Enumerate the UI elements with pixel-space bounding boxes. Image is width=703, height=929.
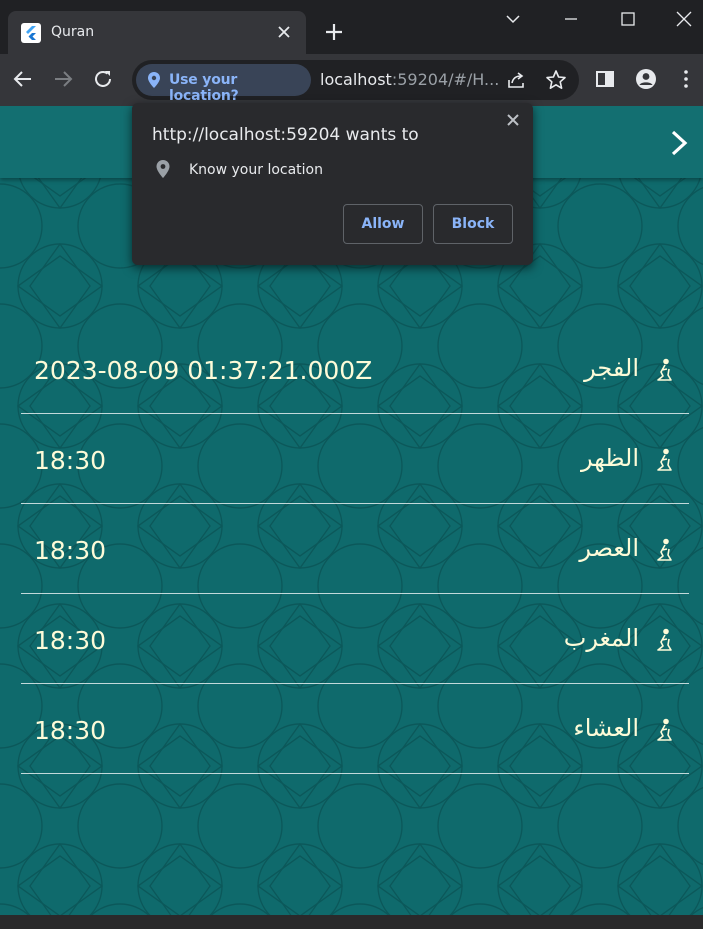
close-icon[interactable]: [504, 111, 522, 129]
side-panel-icon[interactable]: [594, 68, 616, 90]
location-pin-icon: [156, 160, 170, 178]
flutter-logo-icon: [21, 23, 41, 43]
prayer-time: 18:30: [34, 536, 107, 565]
praying-person-icon: [657, 448, 672, 471]
close-icon[interactable]: [673, 8, 695, 30]
plus-icon[interactable]: [322, 20, 346, 44]
praying-person-icon: [657, 628, 672, 651]
chevron-right-icon[interactable]: [666, 128, 692, 158]
location-pin-icon: [148, 72, 160, 88]
block-button[interactable]: Block: [433, 204, 513, 244]
prayer-name: الفجر: [584, 354, 639, 382]
prayer-name: المغرب: [563, 624, 639, 652]
url-host: localhost: [320, 70, 392, 89]
minimize-icon[interactable]: [560, 8, 582, 30]
praying-person-icon: [657, 358, 672, 381]
chevron-down-icon[interactable]: [502, 8, 524, 30]
forward-arrow-icon[interactable]: [51, 67, 75, 91]
dialog-title: http://localhost:59204 wants to: [152, 125, 419, 145]
location-permission-dialog: http://localhost:59204 wants to Know you…: [132, 103, 533, 265]
list-item: 18:30 الظهر: [21, 414, 689, 504]
tab-title: Quran: [51, 24, 95, 40]
allow-button[interactable]: Allow: [343, 204, 423, 244]
share-icon[interactable]: [505, 69, 527, 91]
tab-strip: Quran: [0, 0, 703, 54]
back-arrow-icon[interactable]: [11, 67, 35, 91]
prayer-time: 18:30: [34, 446, 107, 475]
window-bottom-edge: [0, 915, 703, 929]
maximize-icon[interactable]: [617, 8, 639, 30]
browser-toolbar: Use your location? localhost:59204/#/H..…: [0, 54, 703, 106]
address-bar[interactable]: Use your location? localhost:59204/#/H..…: [132, 60, 579, 104]
prayer-time: 18:30: [34, 626, 107, 655]
prayer-name: العشاء: [573, 714, 639, 742]
star-icon[interactable]: [545, 69, 567, 91]
list-item: 18:30 المغرب: [21, 594, 689, 684]
close-icon: [278, 26, 290, 38]
prayer-name: الظهر: [581, 444, 639, 472]
profile-icon[interactable]: [635, 68, 657, 90]
list-item: 18:30 العصر: [21, 504, 689, 594]
list-item: 2023-08-09 01:37:21.000Z الفجر: [21, 324, 689, 414]
prayer-name: العصر: [579, 534, 639, 562]
prayer-time: 2023-08-09 01:37:21.000Z: [34, 356, 373, 385]
permission-description: Know your location: [189, 162, 323, 178]
praying-person-icon: [657, 538, 672, 561]
url-text[interactable]: localhost:59204/#/H...: [320, 70, 500, 89]
prayer-times-list: 2023-08-09 01:37:21.000Z الفجر 18:30 الظ…: [21, 324, 689, 774]
praying-person-icon: [657, 718, 672, 741]
tab-quran[interactable]: Quran: [8, 11, 306, 54]
list-item: 18:30 العشاء: [21, 684, 689, 774]
tab-close-button[interactable]: [274, 22, 294, 42]
location-chip-label: Use your location?: [169, 72, 239, 104]
prayer-time: 18:30: [34, 716, 107, 745]
url-path: :59204/#/H...: [391, 70, 500, 89]
reload-icon[interactable]: [91, 67, 115, 91]
location-permission-chip[interactable]: Use your location?: [136, 64, 311, 104]
more-vert-icon[interactable]: [675, 68, 697, 90]
